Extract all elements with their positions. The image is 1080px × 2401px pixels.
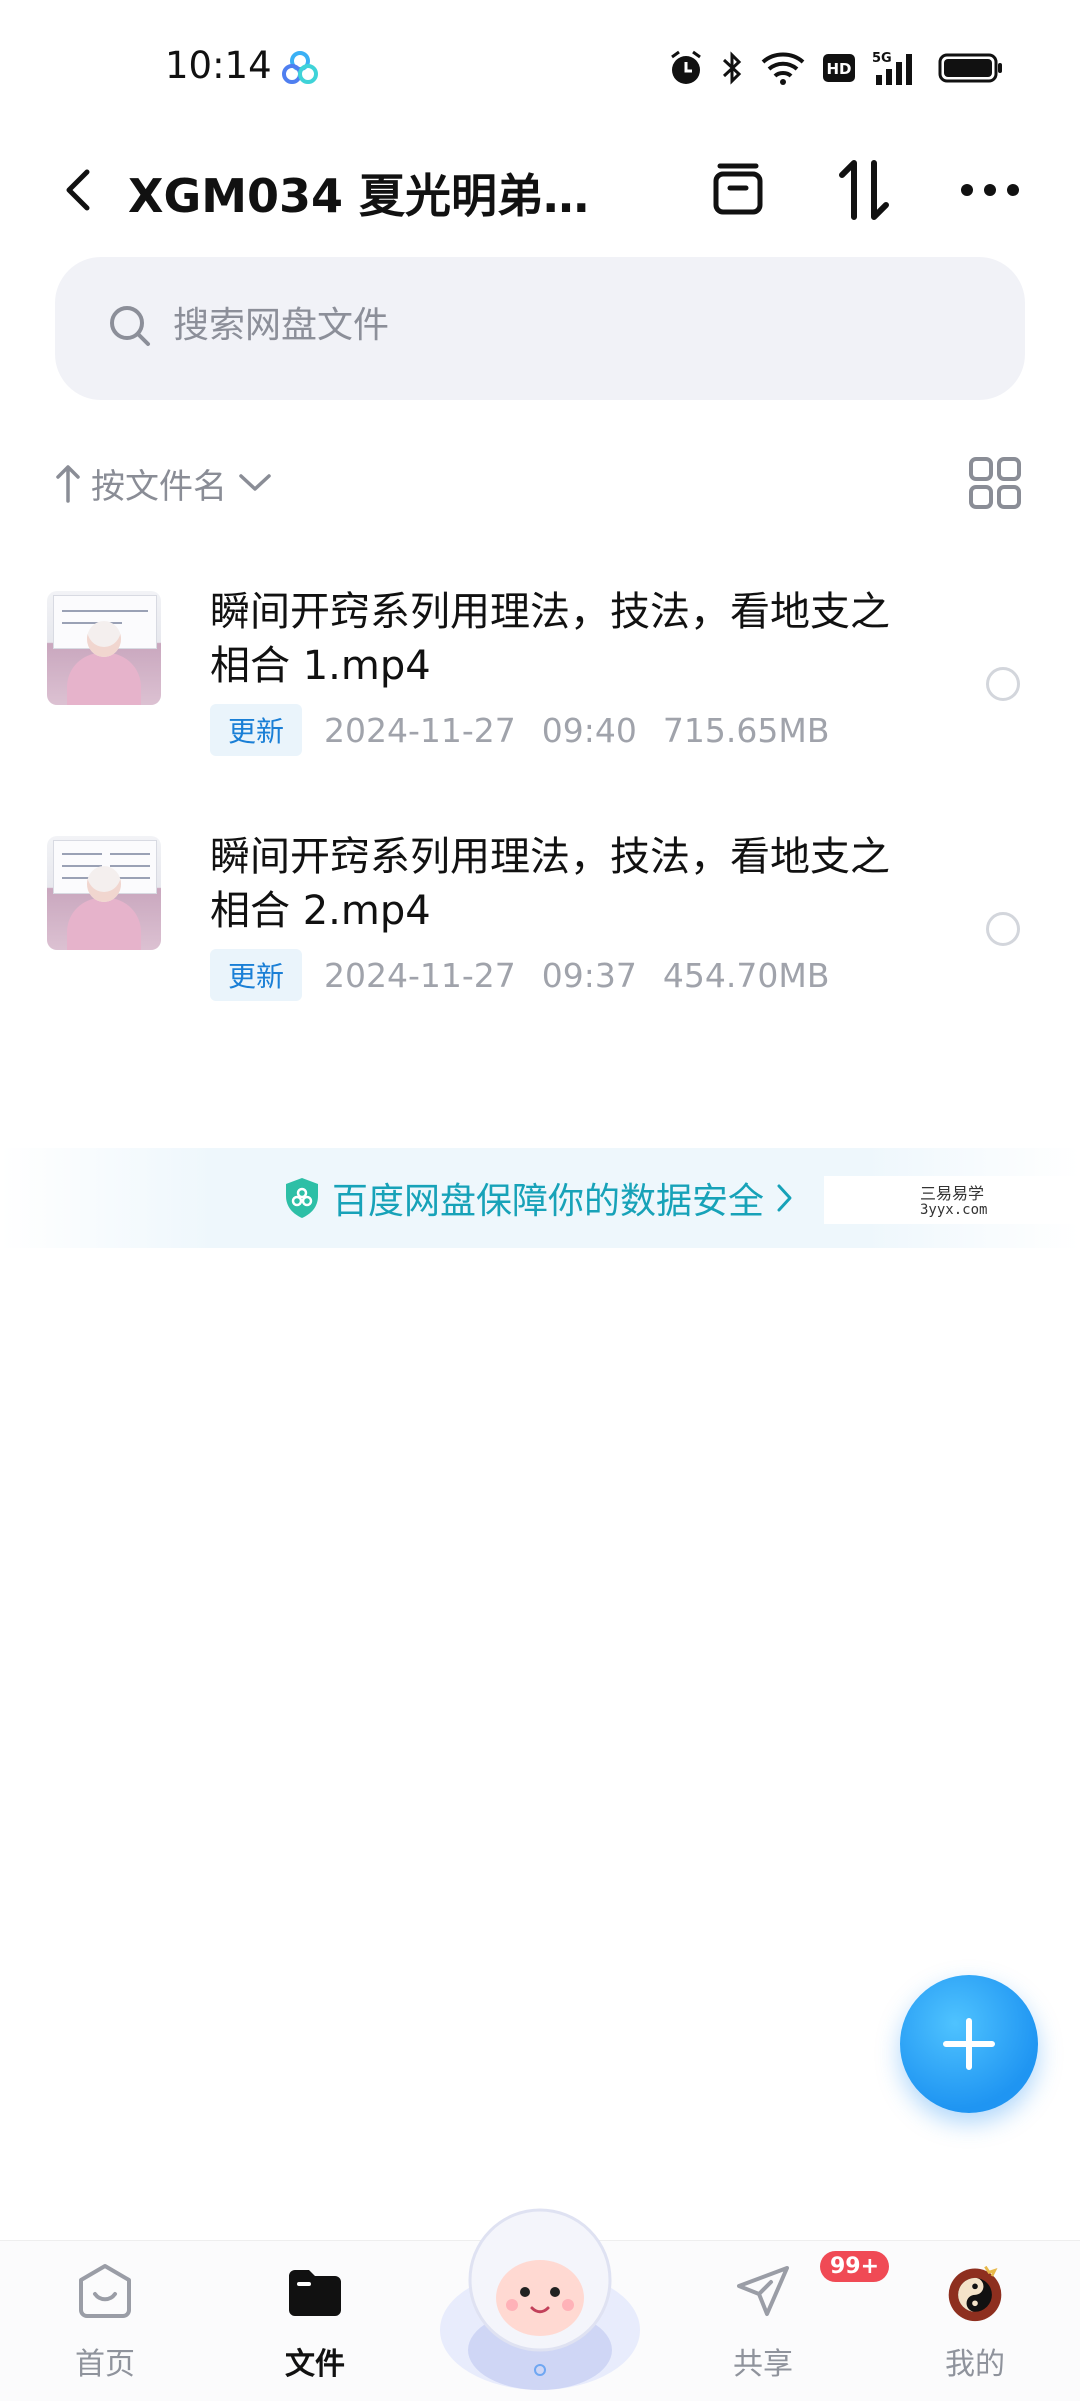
back-button[interactable] <box>48 156 108 224</box>
file-meta: 更新 2024-11-27 09:40 715.65MB <box>210 704 856 756</box>
status-icons: HD 5G <box>668 48 1004 88</box>
arrow-up-icon <box>56 465 80 503</box>
signal-5g-icon: 5G <box>872 51 912 85</box>
svg-text:5G: 5G <box>872 51 892 66</box>
page-title: XGM034 夏光明弟子... <box>128 169 618 223</box>
more-icon <box>961 184 1019 196</box>
nav-item-files[interactable]: 文件 <box>240 2261 390 2391</box>
chevron-right-icon <box>777 1184 792 1212</box>
home-icon <box>79 2264 131 2318</box>
video-thumbnail <box>47 591 161 705</box>
chevron-down-icon <box>239 474 271 491</box>
sort-label: 按文件名 <box>91 466 227 507</box>
security-text: 百度网盘保障你的数据安全 <box>332 1181 765 1222</box>
select-radio[interactable] <box>986 912 1020 946</box>
chevron-left-icon <box>66 169 90 211</box>
wifi-icon <box>761 52 805 85</box>
search-input[interactable] <box>173 305 953 346</box>
svg-text:HD: HD <box>826 60 851 78</box>
shield-icon <box>286 1178 318 1218</box>
nav-label: 首页 <box>75 2347 135 2382</box>
avatar-icon <box>948 2265 1002 2322</box>
file-row[interactable]: 瞬间开窍系列用理法，技法，看地支之相合 1.mp4 更新 2024-11-27 … <box>0 565 1080 795</box>
battery-icon <box>938 53 1002 83</box>
sort-selector[interactable]: 按文件名 <box>55 455 273 511</box>
archive-button[interactable] <box>698 150 778 230</box>
watermark: 三易易学 3yyx.com <box>824 1176 1080 1224</box>
bluetooth-icon <box>722 51 742 85</box>
watermark-url: 3yyx.com <box>920 1202 988 1218</box>
more-button[interactable] <box>950 150 1030 230</box>
file-size: 454.70MB <box>662 955 830 995</box>
grid-view-icon[interactable] <box>968 456 1022 510</box>
status-time: 10:14 <box>165 44 272 87</box>
mascot-assistant-button[interactable] <box>430 2180 650 2400</box>
status-bar: 10:14 HD 5G <box>0 0 1080 130</box>
file-name: 瞬间开窍系列用理法，技法，看地支之相合 1.mp4 <box>210 589 890 689</box>
select-radio[interactable] <box>986 667 1020 701</box>
add-button[interactable] <box>900 1975 1038 2113</box>
update-badge: 更新 <box>210 704 303 756</box>
hd-icon: HD <box>823 54 855 82</box>
transfer-icon <box>839 160 889 220</box>
archive-icon <box>713 163 763 215</box>
file-date: 2024-11-27 <box>324 955 516 995</box>
nav-item-me[interactable]: 我的 <box>900 2261 1050 2391</box>
file-date: 2024-11-27 <box>324 710 516 750</box>
folder-icon <box>289 2270 341 2316</box>
transfer-button[interactable] <box>824 150 904 230</box>
video-thumbnail <box>47 836 161 950</box>
file-time: 09:37 <box>541 955 637 995</box>
update-badge: 更新 <box>210 949 303 1001</box>
watermark-title: 三易易学 <box>920 1184 985 1203</box>
title-bar: XGM034 夏光明弟子... <box>0 140 1080 240</box>
baidu-netdisk-icon <box>282 51 318 84</box>
nav-item-share[interactable]: 99+ 共享 <box>688 2251 890 2391</box>
search-bar[interactable] <box>55 257 1025 400</box>
nav-label: 共享 <box>733 2347 793 2382</box>
nav-label: 文件 <box>285 2347 345 2382</box>
nav-label: 我的 <box>945 2347 1005 2382</box>
file-meta: 更新 2024-11-27 09:37 454.70MB <box>210 949 856 1001</box>
notification-badge: 99+ <box>820 2251 890 2282</box>
file-name: 瞬间开窍系列用理法，技法，看地支之相合 2.mp4 <box>210 834 890 934</box>
plus-icon <box>943 2018 995 2070</box>
file-time: 09:40 <box>541 710 637 750</box>
send-icon <box>737 2266 789 2316</box>
alarm-icon <box>671 50 701 84</box>
file-size: 715.65MB <box>662 710 830 750</box>
nav-item-home[interactable]: 首页 <box>30 2261 180 2391</box>
search-icon <box>110 306 150 346</box>
file-row[interactable]: 瞬间开窍系列用理法，技法，看地支之相合 2.mp4 更新 2024-11-27 … <box>0 810 1080 1040</box>
